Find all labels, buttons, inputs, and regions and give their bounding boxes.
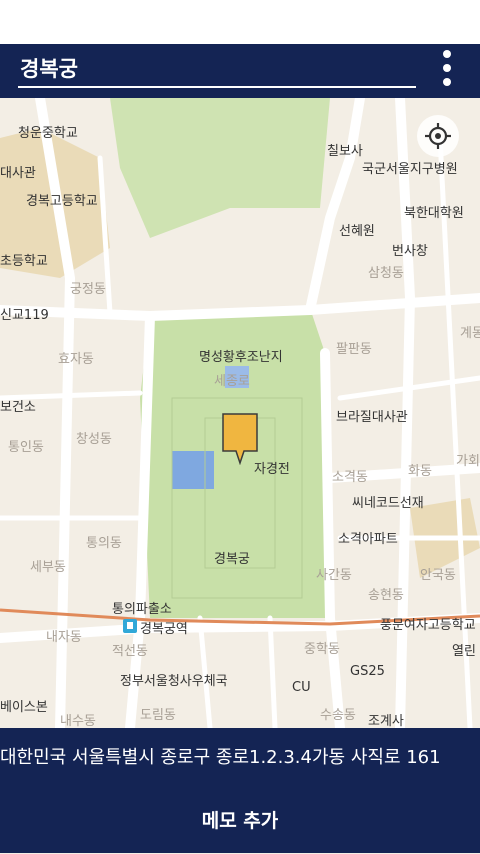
map-view[interactable]: 청운중학교 대사관 경복고등학교 초등학교 신교119 궁정동 효자동 보건소 … — [0, 98, 480, 728]
poi-label: 베이스본 — [0, 700, 48, 715]
poi-label: 북한대학원 — [404, 206, 464, 221]
district-label: 소격동 — [332, 470, 368, 485]
poi-label: 보건소 — [0, 400, 36, 415]
crosshair-icon[interactable] — [417, 115, 459, 157]
district-label: 안국동 — [420, 568, 456, 583]
address-text: 대한민국 서울특별시 종로구 종로1.2.3.4가동 사직로 161 — [0, 728, 480, 788]
poi-label: 조계사 — [368, 714, 404, 728]
poi-label: 경복궁 — [214, 552, 250, 567]
district-label: 팔판동 — [336, 342, 372, 357]
district-label: 통인동 — [8, 440, 44, 455]
map-pin-icon[interactable] — [222, 413, 258, 465]
poi-label: 번사창 — [392, 244, 428, 259]
poi-label: 칠보사 — [327, 144, 363, 159]
district-label: 세부동 — [30, 560, 66, 575]
district-label: 중학동 — [304, 642, 340, 657]
district-label: 통의동 — [86, 536, 122, 551]
footer-bar: 메모 추가 — [0, 788, 480, 853]
poi-label: 선혜원 — [339, 224, 375, 239]
district-label: 창성동 — [76, 432, 112, 447]
district-label: 계동 — [460, 326, 480, 341]
poi-label: 소격아파트 — [338, 532, 398, 547]
poi-label: 초등학교 — [0, 254, 48, 269]
poi-label: GS25 — [350, 664, 385, 679]
status-bar-area — [0, 0, 480, 44]
place-title-input[interactable]: 경복궁 — [18, 50, 416, 88]
poi-label: 통의파출소 — [112, 602, 172, 617]
district-label: 송현동 — [368, 588, 404, 603]
add-memo-button[interactable]: 메모 추가 — [0, 788, 480, 853]
district-label: 삼청동 — [368, 266, 404, 281]
poi-label: 풍문여자고등학교 — [380, 618, 476, 633]
poi-label: 브라질대사관 — [336, 410, 408, 425]
poi-label: 신교119 — [0, 308, 49, 323]
district-label: 가회 — [456, 454, 480, 469]
district-label: 내자동 — [46, 630, 82, 645]
poi-label: 청운중학교 — [18, 126, 78, 141]
district-label: 세종로 — [214, 374, 250, 389]
district-label: 적선동 — [112, 644, 148, 659]
poi-label: 씨네코드선재 — [352, 496, 424, 511]
poi-label: 자경전 — [254, 462, 290, 477]
district-label: 화동 — [408, 464, 432, 479]
poi-label: 정부서울청사우체국 — [120, 674, 228, 689]
district-label: 도림동 — [140, 708, 176, 723]
poi-label: 대사관 — [0, 166, 36, 181]
district-label: 내수동 — [60, 714, 96, 728]
poi-label: 명성황후조난지 — [199, 350, 283, 365]
poi-label: 국군서울지구병원 — [362, 162, 458, 177]
district-label: 효자동 — [58, 352, 94, 367]
district-label: 사간동 — [316, 568, 352, 583]
poi-label: CU — [292, 680, 311, 695]
district-label: 궁정동 — [70, 282, 106, 297]
poi-label: 열린 — [452, 644, 476, 659]
poi-label: 경복고등학교 — [26, 194, 98, 209]
district-label: 수송동 — [320, 708, 356, 723]
more-vert-icon[interactable] — [432, 48, 462, 88]
subway-station-label: 경복궁역 — [140, 622, 188, 637]
